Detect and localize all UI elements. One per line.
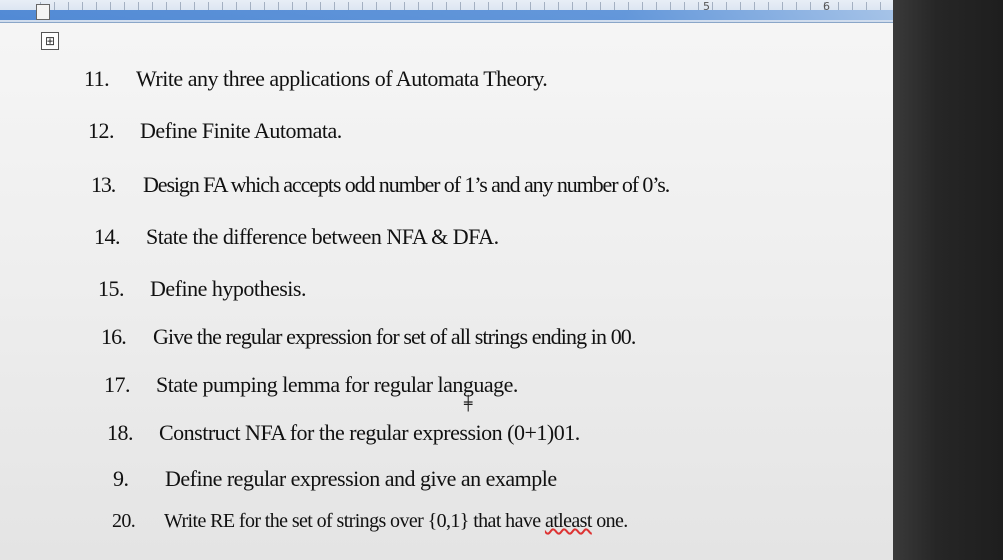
question-number: 9. xyxy=(113,466,129,491)
question-number: 11. xyxy=(84,66,110,91)
question-text: Write RE for the set of strings over {0,… xyxy=(164,510,545,532)
misspelled-word[interactable]: atleast xyxy=(545,510,592,532)
question-text-end: one. xyxy=(591,510,628,532)
question-15: 15. Define hypothesis. xyxy=(98,276,306,302)
question-text: State pumping lemma for regular language… xyxy=(156,372,518,397)
question-number: 12. xyxy=(88,118,115,143)
question-number: 20. xyxy=(112,510,136,532)
question-20: 20. Write RE for the set of strings over … xyxy=(112,510,628,533)
question-13: 13. Design FA which accepts odd number of… xyxy=(91,172,670,198)
question-text: Design FA which accepts odd number of 1’… xyxy=(143,172,670,197)
question-number: 14. xyxy=(94,224,121,249)
monitor-bezel xyxy=(893,0,1003,560)
document-screen: 5 6 ⊞ 11. Write any three applications of… xyxy=(0,0,893,560)
question-9: 9. Define regular expression and give an … xyxy=(113,466,557,492)
question-16: 16. Give the regular expression for set o… xyxy=(101,324,636,350)
ruler-ticks xyxy=(40,2,890,10)
ruler-number-6: 6 xyxy=(823,0,830,13)
question-number: 16. xyxy=(101,324,127,349)
question-text: State the difference between NFA & DFA. xyxy=(146,224,499,249)
question-text: Define hypothesis. xyxy=(150,276,306,301)
question-text: Define Finite Automata. xyxy=(140,118,342,143)
question-number: 17. xyxy=(104,372,131,397)
question-17: 17. State pumping lemma for regular langu… xyxy=(104,372,518,398)
question-18: 18. Construct NFA for the regular express… xyxy=(107,420,580,446)
question-text: Write any three applications of Automata… xyxy=(136,66,548,91)
question-number: 15. xyxy=(98,276,125,301)
question-number: 18. xyxy=(107,420,134,445)
question-number: 13. xyxy=(91,172,116,197)
text-cursor-icon: ╪ xyxy=(464,396,473,412)
question-12: 12. Define Finite Automata. xyxy=(88,118,342,144)
question-14: 14. State the difference between NFA & DF… xyxy=(94,224,499,250)
question-text: Give the regular expression for set of a… xyxy=(153,324,636,349)
table-move-handle-icon[interactable]: ⊞ xyxy=(41,32,59,50)
question-text: Construct NFA for the regular expression… xyxy=(159,420,580,445)
ruler[interactable]: 5 6 xyxy=(0,0,893,23)
ruler-band xyxy=(0,10,893,20)
ruler-number-5: 5 xyxy=(703,0,710,13)
question-text: Define regular expression and give an ex… xyxy=(165,466,557,491)
question-11: 11. Write any three applications of Autom… xyxy=(84,66,548,92)
indent-marker[interactable] xyxy=(36,4,50,20)
